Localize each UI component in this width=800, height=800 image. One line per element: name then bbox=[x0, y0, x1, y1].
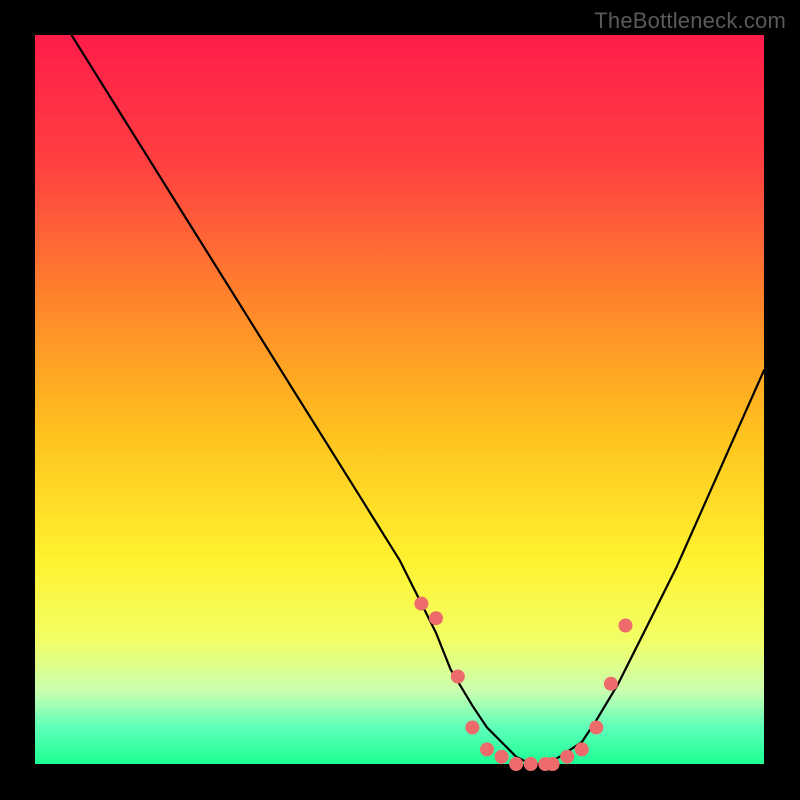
marker-dot bbox=[575, 742, 589, 756]
plot-background bbox=[35, 35, 764, 764]
marker-dot bbox=[524, 757, 538, 771]
marker-dot bbox=[604, 677, 618, 691]
marker-dot bbox=[509, 757, 523, 771]
marker-dot bbox=[619, 619, 633, 633]
marker-dot bbox=[451, 670, 465, 684]
bottleneck-chart bbox=[0, 0, 800, 800]
watermark-text: TheBottleneck.com bbox=[594, 8, 786, 34]
marker-dot bbox=[589, 721, 603, 735]
chart-frame: TheBottleneck.com bbox=[0, 0, 800, 800]
marker-dot bbox=[560, 750, 574, 764]
marker-dot bbox=[480, 742, 494, 756]
marker-dot bbox=[429, 611, 443, 625]
marker-dot bbox=[414, 597, 428, 611]
marker-dot bbox=[465, 721, 479, 735]
marker-dot bbox=[495, 750, 509, 764]
marker-dot bbox=[546, 757, 560, 771]
